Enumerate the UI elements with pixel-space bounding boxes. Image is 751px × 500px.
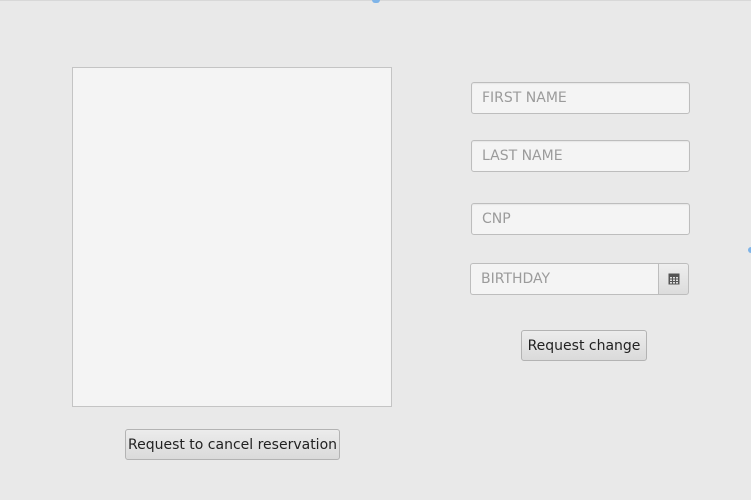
calendar-icon: [668, 273, 679, 285]
birthday-date-picker: [470, 263, 689, 295]
calendar-button[interactable]: [658, 263, 689, 295]
app-window: Request change Request to cancel reserva…: [0, 0, 751, 500]
reservations-list[interactable]: [72, 67, 392, 407]
first-name-field[interactable]: [471, 82, 690, 114]
birthday-field[interactable]: [470, 263, 658, 295]
cancel-reservation-button[interactable]: Request to cancel reservation: [125, 429, 340, 460]
request-change-button[interactable]: Request change: [521, 330, 647, 361]
last-name-field[interactable]: [471, 140, 690, 172]
resize-indicator-top: [372, 0, 380, 3]
cnp-field[interactable]: [471, 203, 690, 235]
